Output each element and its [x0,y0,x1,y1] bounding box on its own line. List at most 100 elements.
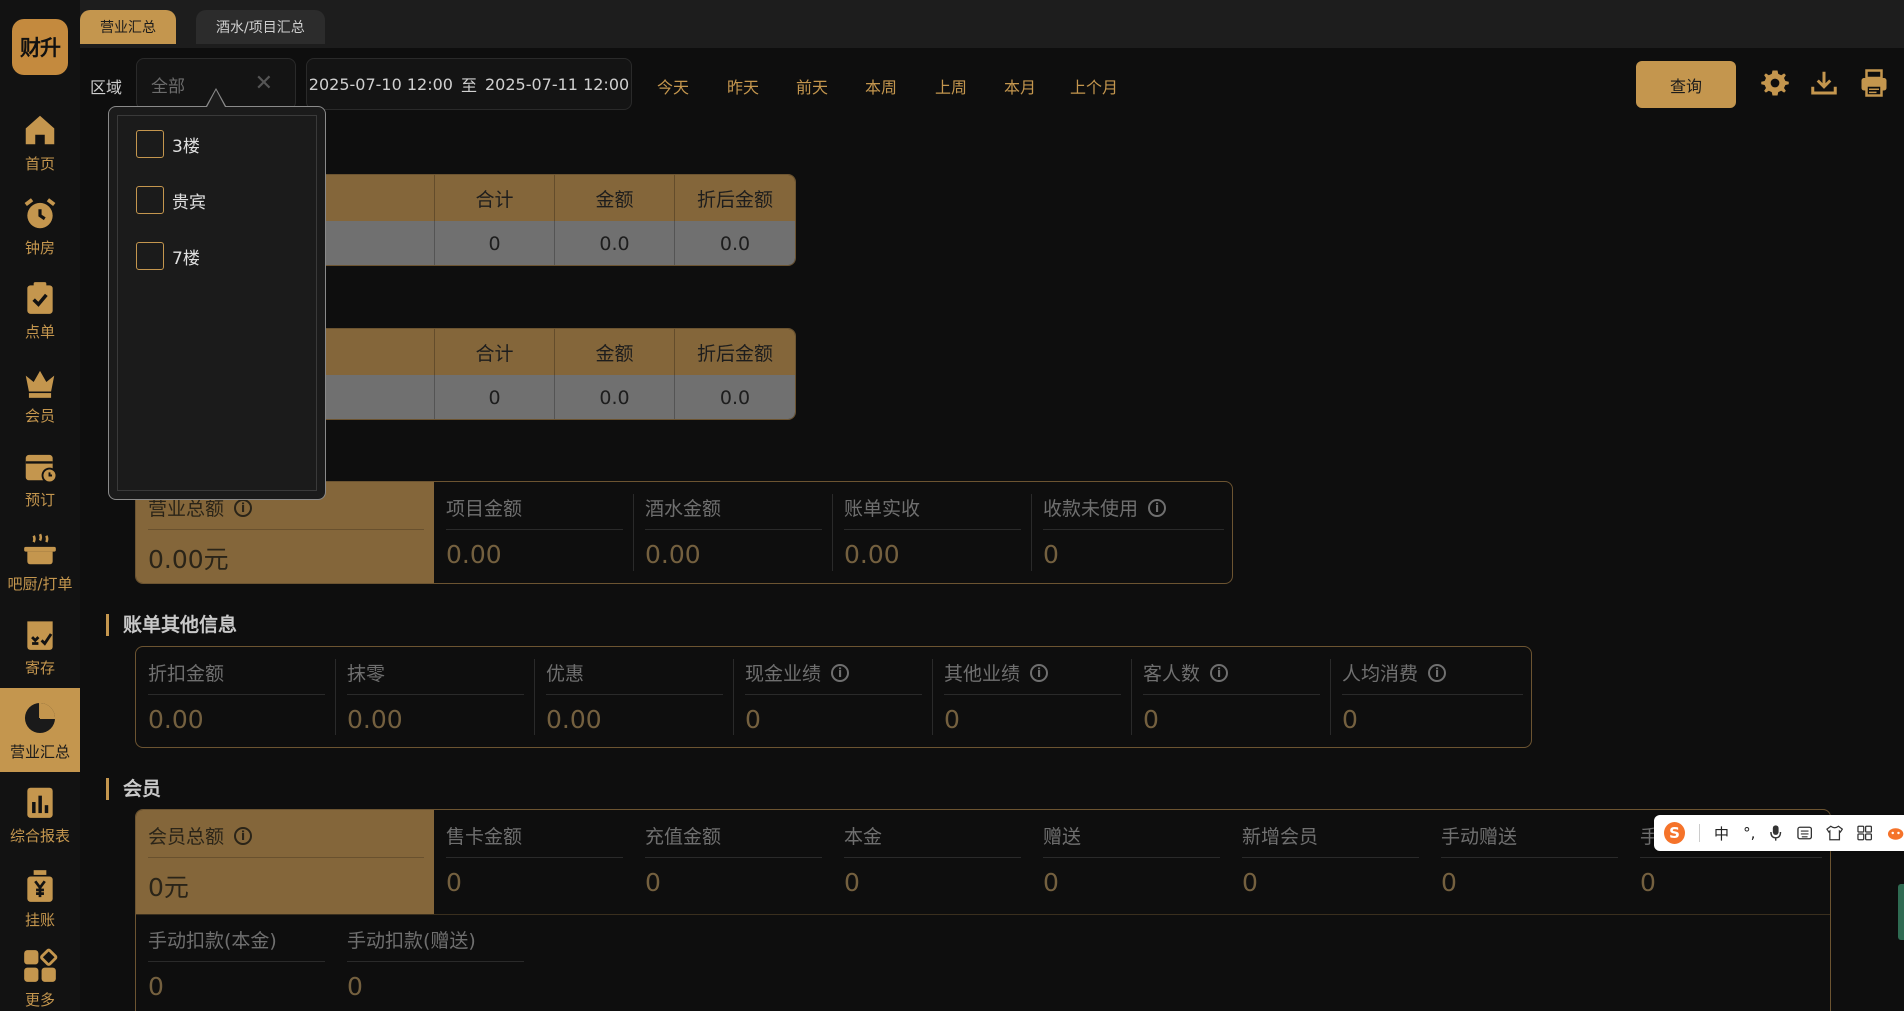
stat-new-members: 新增会员 0 [1230,810,1429,914]
option-label: 7楼 [172,248,200,269]
stat-value: 0 [844,868,860,897]
sidebar-item-label: 寄存 [24,658,55,677]
stat-value: 0 [745,705,761,734]
sidebar-item-label: 营业汇总 [9,742,70,761]
printer-icon[interactable] [1859,68,1889,98]
stat-label: 充值金额 [645,826,722,848]
stat-discount-amount: 折扣金额 0.00 [136,647,335,747]
app-logo: 财升 [12,19,68,75]
area-option-3f[interactable]: 3楼 [136,130,200,158]
stat-value: 0 [1640,868,1656,897]
table-header-cell: 金额 [554,329,674,375]
clear-icon[interactable]: ✕ [255,71,273,96]
sidebar-item-storage[interactable]: 寄存 [0,604,80,688]
query-button[interactable]: 查询 [1636,61,1736,108]
sidebar-item-home[interactable]: 首页 [0,100,80,184]
stat-recharge-amount: 充值金额 0 [633,810,832,914]
sidebar-item-label: 点单 [24,322,55,341]
clipboard-check-icon [27,281,53,314]
stat-value: 0 [1342,705,1358,734]
checkbox[interactable] [136,186,164,214]
dropdown-caret [206,88,226,107]
sidebar-item-more[interactable]: 更多 [0,936,80,1011]
quick-range-last-month[interactable]: 上个月 [1070,74,1118,98]
pie-chart-icon [24,702,56,733]
area-option-vip[interactable]: 贵宾 [136,186,206,214]
keyboard-icon[interactable] [1797,825,1812,841]
mascot-icon[interactable] [1887,825,1904,841]
info-icon[interactable]: i [831,663,850,682]
stat-value: 0 [645,868,661,897]
apps-grid-icon[interactable] [1857,825,1873,841]
area-select-placeholder: 全部 [151,76,185,97]
info-icon[interactable]: i [234,826,253,845]
stat-other-performance: 其他业绩 i 0 [932,647,1131,747]
quick-range-this-month[interactable]: 本月 [1004,74,1036,98]
side-edge-handle[interactable] [1898,884,1904,940]
sidebar-item-kitchen[interactable]: 吧厨/打单 [0,520,80,604]
table-cell: 0 [434,221,554,265]
ime-punct-toggle[interactable]: °, [1743,824,1755,842]
calendar-clock-icon [25,454,58,483]
table-cell: 0.0 [554,375,674,419]
home-icon [25,115,55,144]
info-icon[interactable]: i [234,498,253,517]
download-icon[interactable] [1809,68,1839,98]
skin-icon[interactable] [1826,825,1844,841]
section-title-bill-other: 账单其他信息 [106,614,237,636]
stat-value: 0 [1043,868,1059,897]
sidebar-item-label: 会员 [24,406,55,425]
stat-rounding: 抹零 0.00 [335,647,534,747]
sidebar-item-reserve[interactable]: 预订 [0,436,80,520]
sidebar-item-member[interactable]: 会员 [0,352,80,436]
section-title-member: 会员 [106,778,161,800]
quick-range-day-before[interactable]: 前天 [796,74,828,98]
stat-label: 抹零 [347,663,386,685]
stat-label: 会员总额 [148,826,225,848]
quick-range-yesterday[interactable]: 昨天 [727,74,759,98]
info-icon[interactable]: i [1210,663,1229,682]
stat-manual-deduct-gift: 手动扣款(赠送) 0 [335,914,534,1011]
area-option-7f[interactable]: 7楼 [136,242,200,270]
tab-bar: 营业汇总 酒水/项目汇总 [80,0,1904,48]
sidebar-item-report[interactable]: 综合报表 [0,772,80,856]
stat-label: 项目金额 [446,498,523,520]
quick-range-last-week[interactable]: 上周 [935,74,967,98]
microphone-icon[interactable] [1769,824,1782,842]
stat-value: 0 [1242,868,1258,897]
tab-drinks-project-summary[interactable]: 酒水/项目汇总 [196,10,325,44]
info-icon[interactable]: i [1428,663,1447,682]
stat-label: 新增会员 [1242,826,1319,848]
option-label: 贵宾 [172,192,206,213]
date-range-picker[interactable]: 2025-07-10 12:00 至 2025-07-11 12:00 [306,58,632,110]
table-cell: 0.0 [674,221,795,265]
sidebar-item-order[interactable]: 点单 [0,268,80,352]
bill-other-stats: 折扣金额 0.00 抹零 0.00 优惠 0.00 现金业绩 i 0 其他业绩 i … [135,646,1532,748]
checkbox[interactable] [136,130,164,158]
member-stats: 会员总额 i 0元 售卡金额 0 充值金额 0 本金 0 赠送 0 新增会员 0 … [135,809,1831,1011]
sidebar-item-label: 首页 [24,154,55,173]
sidebar-item-credit[interactable]: 挂账 [0,856,80,940]
quick-range-today[interactable]: 今天 [657,74,689,98]
ime-mode-toggle[interactable]: 中 [1714,823,1729,844]
sidebar-item-label: 挂账 [24,910,55,929]
stat-value: 0.00元 [148,545,229,574]
sidebar-item-label: 更多 [24,990,55,1009]
sidebar-item-label: 综合报表 [9,826,70,845]
tab-business-summary[interactable]: 营业汇总 [80,10,176,44]
ime-logo-icon[interactable]: S [1664,822,1686,844]
info-icon[interactable]: i [1148,498,1167,517]
stat-value: 0 [1143,705,1159,734]
stat-principal: 本金 0 [832,810,1031,914]
checkbox[interactable] [136,242,164,270]
sidebar-item-label: 钟房 [24,238,55,257]
gear-icon[interactable] [1760,68,1790,98]
stat-cash-performance: 现金业绩 i 0 [733,647,932,747]
grid-more-icon [24,948,58,982]
date-start: 2025-07-10 12:00 [308,74,453,94]
quick-range-this-week[interactable]: 本周 [865,74,897,98]
stat-value: 0.00 [546,705,602,734]
sidebar-item-clock[interactable]: 钟房 [0,184,80,268]
sidebar-item-summary[interactable]: 营业汇总 [0,688,80,772]
info-icon[interactable]: i [1030,663,1049,682]
